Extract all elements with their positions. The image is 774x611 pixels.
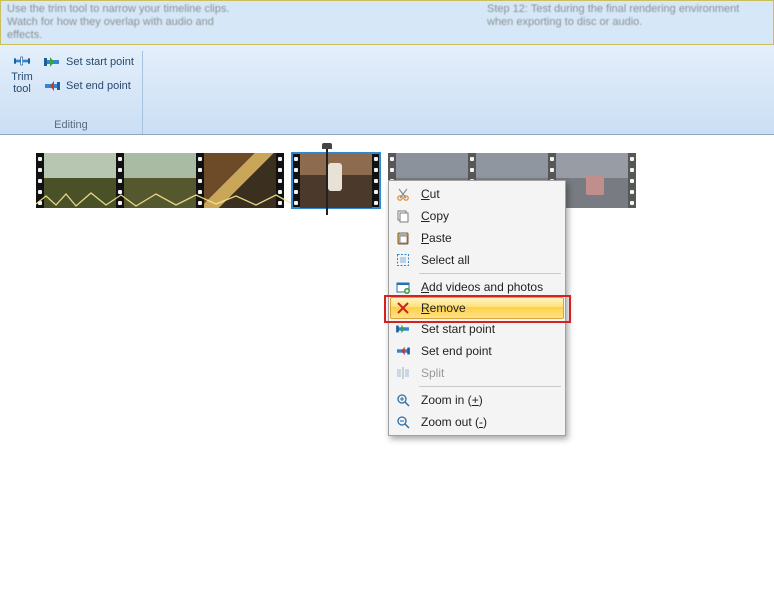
context-menu-set-start-label: Set start point (421, 322, 557, 336)
trim-tool-button[interactable]: Trim tool (6, 51, 38, 97)
timeline-canvas[interactable] (0, 135, 774, 611)
context-menu-select-all[interactable]: Select all (391, 249, 563, 271)
context-menu-copy[interactable]: Copy (391, 205, 563, 227)
add-media-icon (393, 278, 413, 296)
split-icon (393, 364, 413, 382)
set-start-point-icon (44, 54, 60, 70)
context-menu-set-end[interactable]: Set end point (391, 340, 563, 362)
context-menu-set-end-label: Set end point (421, 344, 557, 358)
context-menu-zoom-in[interactable]: Zoom in (+) (391, 389, 563, 411)
menu-separator (419, 273, 561, 274)
context-menu-set-start[interactable]: Set start point (391, 318, 563, 340)
context-menu-add-media[interactable]: Add videos and photos (391, 276, 563, 298)
top-blurb-1: Use the trim tool to narrow your timelin… (7, 3, 247, 42)
paste-icon (393, 229, 413, 247)
ribbon: Trim tool Set start point (0, 45, 774, 135)
ribbon-group-label: Editing (6, 118, 136, 132)
set-end-point-label: Set end point (66, 80, 131, 92)
context-menu-zoom-out[interactable]: Zoom out (-) (391, 411, 563, 433)
set-end-point-button[interactable]: Set end point (42, 77, 136, 95)
context-menu-paste[interactable]: Paste (391, 227, 563, 249)
context-menu-remove[interactable]: Remove (390, 297, 564, 319)
zoom-out-icon (393, 413, 413, 431)
context-menu-split: Split (391, 362, 563, 384)
zoom-in-icon (393, 391, 413, 409)
top-blurb-2: Step 12: Test during the final rendering… (487, 3, 747, 42)
context-menu: Cut Copy Paste Select all Add videos and… (388, 180, 566, 436)
context-menu-select-all-label: Select all (421, 253, 557, 267)
trim-tool-icon (14, 53, 30, 69)
set-start-point-button[interactable]: Set start point (42, 53, 136, 71)
set-end-point-icon (44, 78, 60, 94)
set-start-point-icon (393, 320, 413, 338)
context-menu-cut-label: ut (430, 187, 440, 201)
remove-icon (393, 299, 413, 317)
timeline-clip-selected[interactable] (292, 153, 380, 208)
context-menu-split-label: Split (421, 366, 557, 380)
timeline-clip[interactable] (36, 153, 284, 208)
playhead[interactable] (326, 147, 328, 215)
copy-icon (393, 207, 413, 225)
scissors-icon (393, 185, 413, 203)
top-info-strip: Use the trim tool to narrow your timelin… (0, 0, 774, 45)
menu-separator (419, 386, 561, 387)
set-end-point-icon (393, 342, 413, 360)
ribbon-group-editing: Trim tool Set start point (0, 51, 143, 134)
select-all-icon (393, 251, 413, 269)
set-start-point-label: Set start point (66, 56, 134, 68)
trim-tool-label: Trim tool (11, 71, 33, 95)
context-menu-cut[interactable]: Cut (391, 183, 563, 205)
